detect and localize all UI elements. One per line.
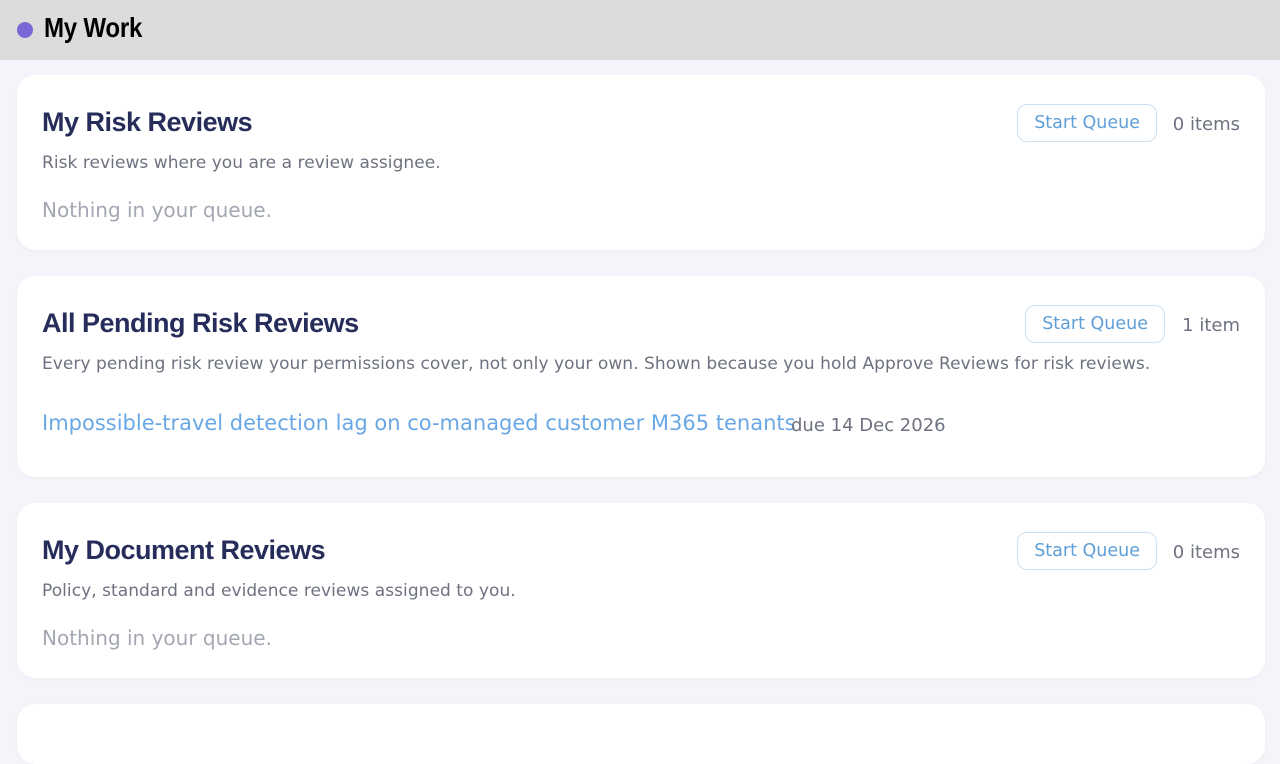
item-count: 1 item: [1182, 315, 1240, 336]
due-date: due 14 Dec 2026: [791, 415, 946, 436]
card-description: Risk reviews where you are a review assi…: [42, 153, 441, 173]
start-queue-button[interactable]: Start Queue: [1025, 305, 1165, 343]
my-document-reviews-card: My Document Reviews Start Queue 0 items …: [17, 503, 1265, 678]
all-pending-risk-reviews-card: All Pending Risk Reviews Start Queue 1 i…: [17, 276, 1265, 477]
status-dot-icon: [17, 22, 33, 38]
card-description: Every pending risk review your permissio…: [42, 354, 1151, 374]
card-description: Policy, standard and evidence reviews as…: [42, 581, 516, 601]
item-count: 0 items: [1172, 542, 1240, 563]
empty-queue-message: Nothing in your queue.: [42, 626, 272, 650]
my-risk-reviews-card: My Risk Reviews Start Queue 0 items Risk…: [17, 75, 1265, 250]
page-title: My Work: [44, 12, 143, 43]
card-title: My Risk Reviews: [42, 107, 253, 137]
card-title: My Document Reviews: [42, 535, 326, 565]
empty-queue-message: Nothing in your queue.: [42, 198, 272, 222]
item-count: 0 items: [1172, 114, 1240, 135]
next-card: [17, 704, 1265, 764]
card-title: All Pending Risk Reviews: [42, 308, 359, 338]
start-queue-button[interactable]: Start Queue: [1017, 532, 1157, 570]
title-bar: My Work: [0, 0, 1280, 60]
risk-review-link[interactable]: Impossible-travel detection lag on co-ma…: [42, 411, 796, 435]
start-queue-button[interactable]: Start Queue: [1017, 104, 1157, 142]
